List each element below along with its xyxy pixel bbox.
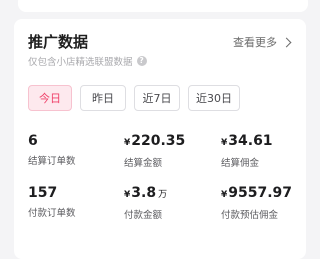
view-more-label: 查看更多: [233, 36, 277, 49]
date-range-tabs: 今日 昨日 近7日 近30日: [28, 85, 240, 111]
metric-value: ¥3.8 万: [124, 185, 168, 201]
view-more-link[interactable]: 查看更多: [233, 34, 292, 50]
metric-settled-commission: ¥34.61 结算佣金: [221, 132, 273, 169]
promotion-data-card: 推广数据 查看更多 仅包含小店精选联盟数据 ? 今日 昨日 近7日 近30日 6…: [14, 19, 306, 259]
metric-paid-amount: ¥3.8 万 付款金额: [124, 184, 167, 221]
metric-label: 结算佣金: [221, 158, 260, 169]
metric-label: 结算金额: [124, 158, 163, 169]
tab-yesterday[interactable]: 昨日: [80, 85, 126, 111]
metric-label: 付款金额: [124, 210, 163, 221]
metric-label: 付款订单数: [28, 208, 76, 219]
metric-value: 157: [28, 185, 58, 201]
tab-last-30-days[interactable]: 近30日: [188, 85, 240, 111]
chevron-right-icon: [281, 37, 292, 47]
section-subtitle: 仅包含小店精选联盟数据 ?: [28, 54, 147, 68]
tab-last-7-days[interactable]: 近7日: [134, 85, 180, 111]
subtitle-text: 仅包含小店精选联盟数据: [28, 57, 133, 68]
metric-value: ¥220.35: [124, 133, 186, 149]
metric-label: 结算订单数: [28, 156, 76, 167]
previous-card: [18, 0, 308, 12]
metric-settled-orders: 6 结算订单数: [28, 132, 76, 167]
metric-value: ¥34.61: [221, 133, 273, 149]
metric-settled-amount: ¥220.35 结算金额: [124, 132, 185, 169]
tab-today[interactable]: 今日: [28, 85, 72, 111]
metric-value: 6: [28, 133, 38, 149]
section-title: 推广数据: [28, 33, 89, 51]
metric-value: ¥9557.97: [221, 185, 293, 201]
help-icon[interactable]: ?: [136, 56, 147, 66]
metric-label: 付款预估佣金: [221, 210, 279, 221]
metric-estimated-commission: ¥9557.97 付款预估佣金: [221, 184, 292, 221]
metric-paid-orders: 157 付款订单数: [28, 184, 76, 219]
